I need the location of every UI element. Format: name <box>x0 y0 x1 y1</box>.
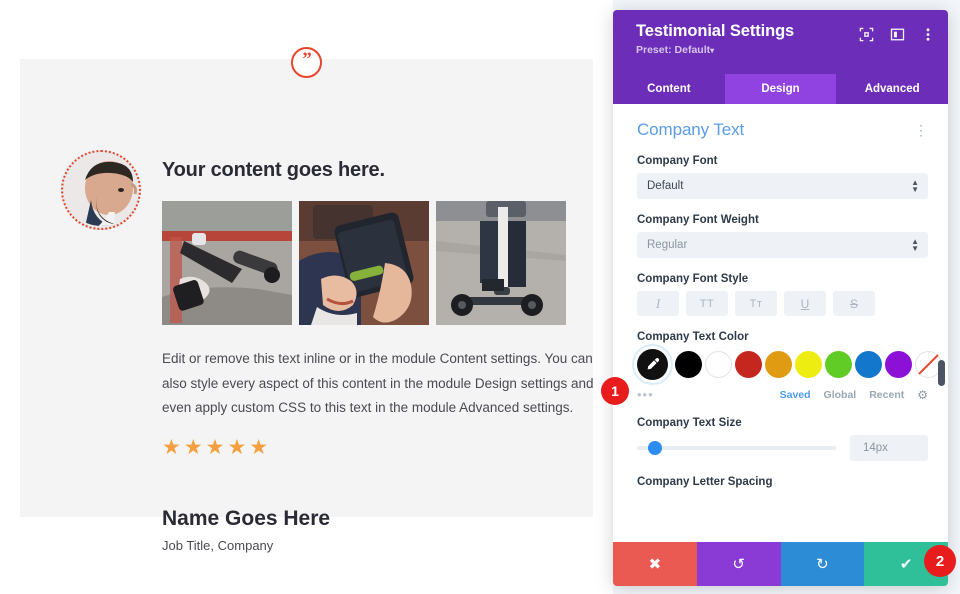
panel-preset-label: Preset: Default <box>636 44 711 56</box>
small-caps-button[interactable]: Tт <box>735 291 777 316</box>
field-company-font: Company Font Default ▲ ▼ <box>613 155 948 199</box>
testimonial-body-text: Edit or remove this text inline or in th… <box>162 351 594 416</box>
testimonial-content: Your content goes here. Edit or remove t… <box>162 159 594 458</box>
hands-holding-phone-photo <box>299 201 429 325</box>
testimonial-gallery <box>162 201 594 325</box>
avatar-photo-svg <box>65 154 137 226</box>
gallery-image-3[interactable] <box>436 201 566 325</box>
field-company-text-size: Company Text Size 14px <box>613 417 948 461</box>
swatch-blue[interactable] <box>855 351 882 378</box>
panel-footer: ✖ ↺ ↻ ✔ <box>613 542 948 586</box>
label-company-text-size: Company Text Size <box>637 417 742 429</box>
panel-body: Company Text ⋮ Company Font Default ▲ ▼ C… <box>613 104 948 542</box>
label-company-font-style: Company Font Style <box>637 273 749 285</box>
underline-glyph: U <box>800 296 810 311</box>
person-riding-scooter-photo <box>436 201 566 325</box>
label-company-text-color: Company Text Color <box>637 331 749 343</box>
uppercase-button[interactable]: TT <box>686 291 728 316</box>
section-header-company-text: Company Text ⋮ <box>613 104 948 140</box>
tab-design[interactable]: Design <box>724 74 837 104</box>
testimonial-author-name: Name Goes Here <box>162 507 331 530</box>
quote-mark-icon: ” <box>291 47 322 78</box>
section-more-icon[interactable]: ⋮ <box>914 123 928 137</box>
redo-button[interactable]: ↻ <box>780 542 865 586</box>
uppercase-glyph: TT <box>699 297 715 310</box>
color-tab-recent[interactable]: Recent <box>869 389 904 401</box>
tab-advanced[interactable]: Advanced <box>836 74 948 104</box>
swatch-red[interactable] <box>735 351 762 378</box>
swatch-purple[interactable] <box>885 351 912 378</box>
strikethrough-button[interactable]: S <box>833 291 875 316</box>
field-company-font-style: Company Font Style I TT Tт U S <box>613 273 948 316</box>
swatch-black[interactable] <box>675 351 702 378</box>
section-title[interactable]: Company Text <box>637 120 744 140</box>
undo-button[interactable]: ↺ <box>696 542 781 586</box>
panel-preset-selector[interactable]: Preset: Default▾ <box>636 44 932 56</box>
avatar-image <box>65 154 137 226</box>
annotation-badge-1: 1 <box>601 377 629 405</box>
rating-stars: ★★★★★ <box>162 435 272 459</box>
gallery-image-2[interactable] <box>299 201 429 325</box>
label-company-font-weight: Company Font Weight <box>637 214 759 226</box>
color-meta-row: ••• Saved Global Recent ⚙ <box>637 387 928 402</box>
select-company-font-value: Default <box>647 180 684 192</box>
select-company-font[interactable]: Default ▲ ▼ <box>637 173 928 199</box>
annotation-badge-2: 2 <box>924 545 956 577</box>
testimonial-author-job: Job Title, Company <box>162 538 274 553</box>
testimonial-title: Your content goes here. <box>162 159 385 181</box>
italic-button[interactable]: I <box>637 291 679 316</box>
gear-icon[interactable]: ⚙ <box>917 388 928 402</box>
more-vertical-icon[interactable] <box>920 26 936 42</box>
underline-button[interactable]: U <box>784 291 826 316</box>
more-colors-icon[interactable]: ••• <box>637 387 677 402</box>
label-company-font: Company Font <box>637 155 718 167</box>
label-company-letter-spacing: Company Letter Spacing <box>637 476 773 488</box>
color-source-tabs: Saved Global Recent ⚙ <box>780 388 928 402</box>
swatch-white[interactable] <box>705 351 732 378</box>
scooter-handlebar-photo <box>162 201 292 325</box>
swatch-green[interactable] <box>825 351 852 378</box>
color-swatch-row <box>637 349 942 380</box>
panel-header-icons <box>858 26 936 42</box>
tab-content[interactable]: Content <box>613 74 725 104</box>
text-size-slider-row: 14px <box>637 435 928 461</box>
chevron-down-icon: ▾ <box>710 46 715 55</box>
chevron-updown-icon: ▲ ▼ <box>911 237 919 253</box>
slider-thumb[interactable] <box>647 441 662 455</box>
fullscreen-icon[interactable] <box>858 26 874 42</box>
eyedropper-icon <box>647 358 660 370</box>
close-button[interactable]: ✖ <box>613 542 697 586</box>
color-picker-eyedropper[interactable] <box>637 349 668 380</box>
color-tab-global[interactable]: Global <box>824 389 857 401</box>
testimonial-settings-panel: Testimonial Settings Preset: Default▾ Co… <box>613 10 948 586</box>
panel-scrollbar[interactable] <box>938 360 945 386</box>
layout-view-icon[interactable] <box>889 26 905 42</box>
font-style-button-group: I TT Tт U S <box>637 291 928 316</box>
select-company-font-weight-value: Regular <box>647 239 688 251</box>
field-company-font-weight: Company Font Weight Regular ▲ ▼ <box>613 214 948 258</box>
color-tab-saved[interactable]: Saved <box>780 389 811 401</box>
small-caps-glyph: Tт <box>749 297 763 310</box>
panel-tabs: Content Design Advanced <box>613 74 948 104</box>
field-company-letter-spacing: Company Letter Spacing <box>613 476 948 488</box>
swatch-orange[interactable] <box>765 351 792 378</box>
avatar <box>61 150 141 230</box>
swatch-yellow[interactable] <box>795 351 822 378</box>
page-preview-area: Your content goes here. Edit or remove t… <box>0 0 613 594</box>
chevron-updown-icon: ▲ ▼ <box>911 178 919 194</box>
italic-glyph: I <box>655 295 661 311</box>
select-company-font-weight[interactable]: Regular ▲ ▼ <box>637 232 928 258</box>
testimonial-module[interactable]: Your content goes here. Edit or remove t… <box>20 59 594 553</box>
text-size-input[interactable]: 14px <box>850 435 928 461</box>
gallery-image-1[interactable] <box>162 201 292 325</box>
text-size-slider[interactable] <box>637 441 836 455</box>
panel-header: Testimonial Settings Preset: Default▾ <box>613 10 948 74</box>
strikethrough-glyph: S <box>849 296 858 311</box>
field-company-text-color: Company Text Color ••• Saved Global Rece… <box>613 331 948 402</box>
